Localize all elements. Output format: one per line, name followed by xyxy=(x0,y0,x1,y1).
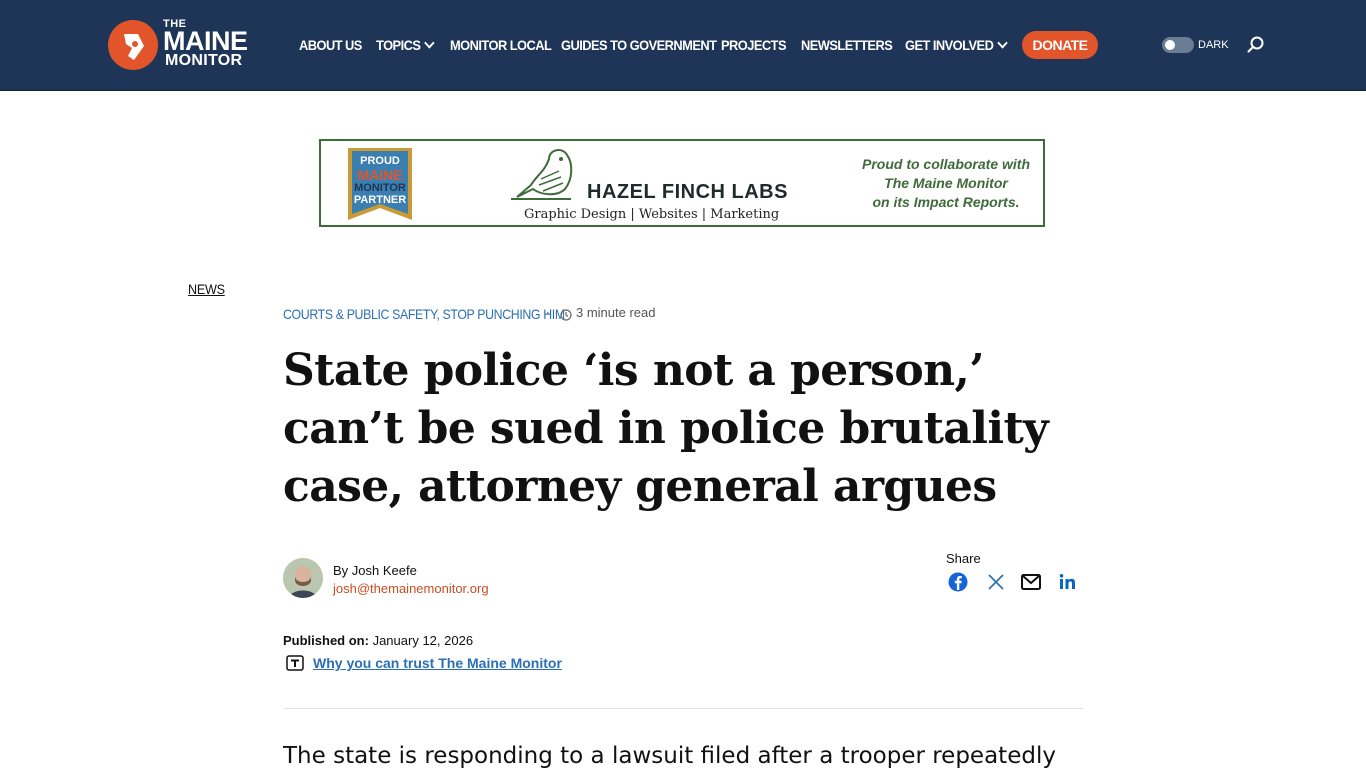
section-link-news[interactable]: NEWS xyxy=(188,281,225,297)
site-header: THE MAINE MONITOR ABOUT US TOPICS MONITO… xyxy=(0,0,1366,91)
trust-icon xyxy=(286,655,304,671)
sponsor-tagline: Proud to collaborate with The Maine Moni… xyxy=(861,155,1031,212)
chevron-down-icon xyxy=(424,37,435,49)
nav-guides-to-government[interactable]: GUIDES TO GOVERNMENT xyxy=(561,34,717,56)
read-time: 3 minute read xyxy=(576,305,656,320)
logo-monitor-text: MONITOR xyxy=(165,52,243,69)
pen-nib-logo-icon xyxy=(108,20,158,70)
author-email-link[interactable]: josh@themainemonitor.org xyxy=(333,581,489,597)
nav-label: ABOUT US xyxy=(299,37,362,53)
badge-line: MAINE xyxy=(357,167,403,183)
author-avatar[interactable] xyxy=(283,558,323,598)
nav-label: GUIDES TO GOVERNMENT xyxy=(561,37,717,53)
sponsor-services: Graphic Design | Websites | Marketing xyxy=(524,207,780,222)
nav-label: TOPICS xyxy=(376,37,421,53)
meta-separator: · xyxy=(546,306,550,320)
trust-link[interactable]: Why you can trust The Maine Monitor xyxy=(313,655,562,671)
nav-label: GET INVOLVED xyxy=(905,37,994,53)
badge-line: PARTNER xyxy=(353,194,407,206)
sponsor-banner[interactable]: PROUD MAINE MONITOR PARTNER HAZEL FINCH … xyxy=(319,139,1045,227)
facebook-icon[interactable] xyxy=(947,571,969,593)
tagline-line: The Maine Monitor xyxy=(884,175,1008,191)
logo-maine-text: MAINE xyxy=(163,26,248,56)
nav-newsletters[interactable]: NEWSLETTERS xyxy=(801,34,893,56)
nav-get-involved[interactable]: GET INVOLVED xyxy=(905,34,1008,56)
sponsor-brand: HAZEL FINCH LABS xyxy=(587,181,788,203)
nav-label: PROJECTS xyxy=(721,37,787,53)
nav-topics[interactable]: TOPICS xyxy=(376,34,435,56)
article-lede: The state is responding to a lawsuit fil… xyxy=(283,743,1056,769)
article-headline: State police ‘is not a person,’ can’t be… xyxy=(283,345,1049,512)
clock-icon xyxy=(560,306,572,321)
category-links[interactable]: COURTS & PUBLIC SAFETY, STOP PUNCHING HI… xyxy=(283,305,565,323)
chevron-down-icon xyxy=(997,37,1008,49)
published-date: January 12, 2026 xyxy=(372,633,474,648)
nav-projects[interactable]: PROJECTS xyxy=(721,34,787,56)
dark-mode-toggle[interactable] xyxy=(1162,37,1194,53)
site-logo[interactable]: THE MAINE MONITOR xyxy=(108,18,258,72)
nav-monitor-local[interactable]: MONITOR LOCAL xyxy=(450,34,552,56)
nav-label: MONITOR LOCAL xyxy=(450,37,552,53)
author-byline[interactable]: By Josh Keefe xyxy=(333,563,417,579)
donate-button[interactable]: DONATE xyxy=(1022,31,1098,59)
email-icon[interactable] xyxy=(1020,571,1042,593)
x-icon[interactable] xyxy=(985,571,1007,593)
nav-label: NEWSLETTERS xyxy=(801,37,893,53)
search-icon[interactable] xyxy=(1246,35,1266,55)
tagline-line: on its Impact Reports. xyxy=(872,194,1020,210)
badge-line: PROUD xyxy=(360,155,400,167)
published-info: Published on: January 12, 2026 xyxy=(283,633,473,649)
finch-bird-icon xyxy=(511,145,591,205)
published-label: Published on: xyxy=(283,633,369,648)
nav-about-us[interactable]: ABOUT US xyxy=(299,34,362,56)
partner-badge: PROUD MAINE MONITOR PARTNER xyxy=(348,148,412,220)
share-label: Share xyxy=(946,551,981,566)
badge-line: MONITOR xyxy=(354,182,406,194)
divider xyxy=(283,708,1083,709)
dark-mode-label: DARK xyxy=(1198,39,1229,51)
linkedin-icon[interactable] xyxy=(1057,571,1079,593)
tagline-line: Proud to collaborate with xyxy=(861,156,1030,172)
